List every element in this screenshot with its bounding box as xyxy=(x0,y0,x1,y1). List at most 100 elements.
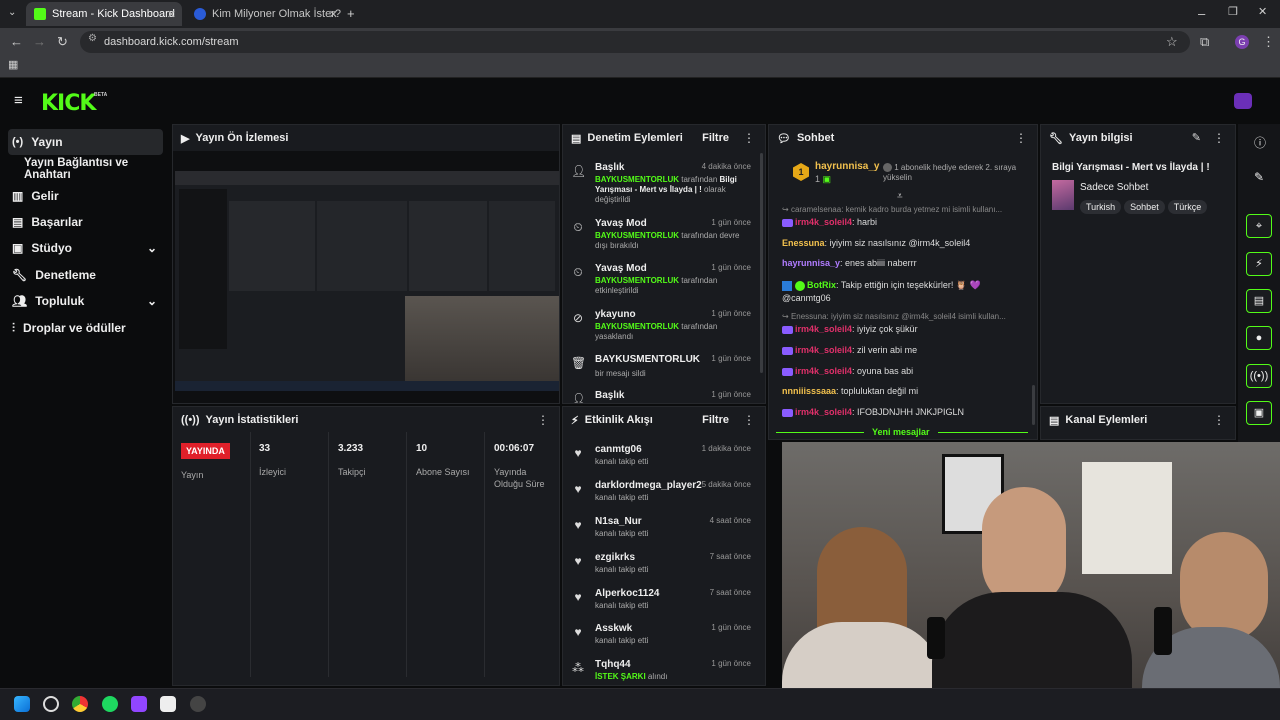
detail-text: tarafından xyxy=(679,175,720,184)
kick-logo[interactable]: KICK xyxy=(41,91,96,116)
chat-username[interactable]: irm4k_soleil4 xyxy=(795,324,852,334)
stream-preview-video[interactable] xyxy=(173,151,559,403)
sidebar-item-gelir[interactable]: ▥ Gelir xyxy=(8,183,163,209)
sidebar-item-basarilar[interactable]: ▤ Başarılar xyxy=(8,209,163,235)
minimize-icon[interactable]: – xyxy=(1198,7,1205,20)
more-options-icon[interactable]: ⋮ xyxy=(537,413,549,427)
more-options-icon[interactable]: ⋮ xyxy=(1213,413,1225,427)
list-item[interactable]: 👤︎ Başlık 1 gün önce xyxy=(563,390,759,403)
url-input[interactable]: dashboard.kick.com/stream xyxy=(80,31,1190,53)
spotify-icon[interactable] xyxy=(102,696,118,712)
apps-grid-icon[interactable]: ▦ xyxy=(8,60,18,71)
list-item[interactable]: ♥ N1sa_Nur 4 saat önce kanalı takip etti xyxy=(563,516,759,546)
chat-message[interactable]: irm4k_soleil4: iyiyiz çok şükür xyxy=(782,324,918,334)
profile-avatar[interactable]: G xyxy=(1235,35,1249,49)
layout-button[interactable]: ▣ xyxy=(1246,401,1272,425)
reload-icon[interactable]: ↻ xyxy=(57,35,68,48)
more-options-icon[interactable]: ⋮ xyxy=(743,131,755,145)
collapse-icon[interactable]: ⩡ xyxy=(897,191,903,202)
chat-username[interactable]: irm4k_soleil4 xyxy=(795,217,852,227)
sidebar-item-studyo[interactable]: ▣ Stüdyo ⌄ xyxy=(8,235,163,261)
back-icon[interactable]: ← xyxy=(10,35,23,48)
chat-message[interactable]: irm4k_soleil4: harbi xyxy=(782,217,877,227)
list-item[interactable]: ♥ Asskwk 1 gün önce kanalı takip etti xyxy=(563,623,759,653)
sidebar-item-baglanti[interactable]: Yayın Bağlantısı ve Anahtarı xyxy=(20,156,168,182)
chat-message[interactable]: irm4k_soleil4: IFOBJDNJHH JNKJPIGLN xyxy=(782,407,964,417)
category-name[interactable]: Sadece Sohbet xyxy=(1080,182,1148,193)
windows-start-icon[interactable] xyxy=(14,696,30,712)
more-options-icon[interactable]: ⋮ xyxy=(1213,131,1225,145)
chat-message[interactable]: irm4k_soleil4: zil verin abi me xyxy=(782,345,917,355)
preview-tile xyxy=(489,201,555,291)
chat-message[interactable]: hayrunnisa_y: enes abiiii naberrr xyxy=(782,258,917,268)
close-tab-icon[interactable]: ✕ xyxy=(167,8,176,21)
clip-button[interactable]: ⌖ xyxy=(1246,214,1272,238)
tab-kick-dashboard[interactable]: Stream - Kick Dashboard ✕ xyxy=(26,2,182,26)
preview-webcam xyxy=(405,296,559,381)
action-name: Başlık xyxy=(595,162,625,173)
chat-username[interactable]: irm4k_soleil4 xyxy=(795,366,852,376)
sidebar-item-denetleme[interactable]: 🔧︎ Denetleme xyxy=(8,262,163,288)
sidebar-item-yayin[interactable]: (•) Yayın xyxy=(8,129,163,155)
chat-message[interactable]: BotRix: Takip ettiğin için teşekkürler! … xyxy=(782,279,1022,305)
chat-message[interactable]: nnniiisssaaa: topluluktan değil mi xyxy=(782,386,918,396)
new-tab-icon[interactable]: + xyxy=(347,7,355,20)
close-tab-icon[interactable]: ✕ xyxy=(329,8,338,21)
lightning-button[interactable]: ⚡︎ xyxy=(1246,252,1272,276)
chat-username[interactable]: nnniiisssaaa xyxy=(782,386,836,396)
new-messages-label[interactable]: Yeni mesajlar xyxy=(864,427,938,437)
twitch-icon[interactable] xyxy=(131,696,147,712)
list-item[interactable]: ♥ Alperkoc1124 7 saat önce kanalı takip … xyxy=(563,588,759,618)
close-window-icon[interactable]: ✕ xyxy=(1258,7,1267,18)
tab-kim-milyoner[interactable]: Kim Milyoner Olmak İster? - Qu ✕ xyxy=(186,2,344,26)
list-item[interactable]: ♥ canmtg06 1 dakika önce kanalı takip et… xyxy=(563,444,759,474)
chat-username[interactable]: irm4k_soleil4 xyxy=(795,345,852,355)
stat-value: 10 xyxy=(416,443,428,454)
chat-message[interactable]: irm4k_soleil4: oyuna bas abi xyxy=(782,366,913,376)
more-options-icon[interactable]: ⋮ xyxy=(743,413,755,427)
sidebar-item-topluluk[interactable]: 👥︎ Topluluk ⌄ xyxy=(8,288,163,314)
more-options-icon[interactable]: ⋮ xyxy=(1015,131,1027,145)
site-info-icon[interactable]: ⚙ xyxy=(88,34,97,44)
maximize-icon[interactable]: ❐ xyxy=(1228,7,1238,18)
stat-label: İzleyici xyxy=(259,467,287,477)
chat-username[interactable]: irm4k_soleil4 xyxy=(795,407,852,417)
forward-icon[interactable]: → xyxy=(33,35,46,48)
extensions-icon[interactable]: ⧉ xyxy=(1200,35,1209,48)
filter-button[interactable]: Filtre xyxy=(702,414,729,426)
list-item[interactable]: 🗑︎ BAYKUSMENTORLUK 1 gün önce bir mesajı… xyxy=(563,354,759,384)
search-icon[interactable] xyxy=(43,696,59,712)
list-item[interactable]: ⁂ Tqhq44 1 gün önce İSTEK ŞARKI alındı xyxy=(563,659,759,685)
list-item[interactable]: ⏲ Yavaş Mod 1 gün önce BAYKUSMENTORLUK t… xyxy=(563,263,759,303)
tab-search-icon[interactable]: ⌄ xyxy=(8,8,16,18)
chat-username[interactable]: Enessuna xyxy=(782,238,825,248)
scrollbar[interactable] xyxy=(1032,385,1035,425)
info-icon[interactable]: ⓘ xyxy=(1254,134,1266,151)
chat-username[interactable]: BotRix xyxy=(807,280,836,290)
notion-icon[interactable] xyxy=(160,696,176,712)
top-gifter-name[interactable]: hayrunnisa_y xyxy=(815,161,879,172)
list-item[interactable]: 👤︎ Başlık 4 dakika önce BAYKUSMENTORLUK … xyxy=(563,162,759,208)
notes-button[interactable]: ▤ xyxy=(1246,289,1272,313)
chrome-icon[interactable] xyxy=(72,696,88,712)
chat-button[interactable]: ● xyxy=(1246,326,1272,350)
scrollbar[interactable] xyxy=(760,153,763,373)
filter-button[interactable]: Filtre xyxy=(702,132,729,144)
list-item[interactable]: ♥ darklordmega_player2 5 dakika önce kan… xyxy=(563,480,759,510)
list-item[interactable]: ⏲ Yavaş Mod 1 gün önce BAYKUSMENTORLUK t… xyxy=(563,218,759,258)
hamburger-menu-icon[interactable]: ≡ xyxy=(14,93,23,108)
chat-message[interactable]: Enessuna: iyiyim siz nasılsınız @irm4k_s… xyxy=(782,238,970,248)
heart-icon: ♥ xyxy=(574,590,582,604)
edit-pencil-icon[interactable]: ✎ xyxy=(1254,170,1264,184)
browser-menu-icon[interactable]: ⋮ xyxy=(1262,35,1275,48)
edit-pencil-icon[interactable]: ✎ xyxy=(1192,131,1201,144)
list-item[interactable]: ⊘ ykayuno 1 gün önce BAYKUSMENTORLUK tar… xyxy=(563,309,759,349)
chat-username[interactable]: hayrunnisa_y xyxy=(782,258,840,268)
broadcast-button[interactable]: ((•)) xyxy=(1246,364,1272,388)
sidebar-item-droplar[interactable]: ⫶ Droplar ve ödüller xyxy=(8,315,163,341)
list-item[interactable]: ♥ ezgikrks 7 saat önce kanalı takip etti xyxy=(563,552,759,582)
community-icon: 👥︎ xyxy=(12,294,28,308)
obs-icon[interactable] xyxy=(190,696,206,712)
bookmark-star-icon[interactable]: ☆ xyxy=(1166,35,1178,48)
user-avatar[interactable] xyxy=(1234,93,1252,109)
